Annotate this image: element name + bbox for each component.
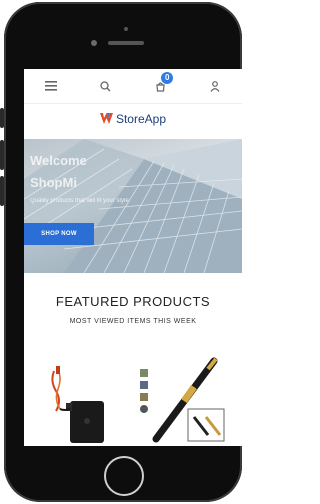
app-screen: 0 StoreApp Welcome ShopMi Quality produc…: [24, 69, 242, 446]
hero-tagline: Quality products that will fit your styl…: [30, 198, 129, 204]
front-camera: [91, 40, 97, 46]
product-card-spy-pen[interactable]: [136, 351, 236, 446]
user-icon[interactable]: [205, 76, 225, 96]
hero-banner: Welcome ShopMi Quality products that wil…: [24, 139, 242, 273]
search-icon[interactable]: [96, 76, 116, 96]
cart-count-badge: 0: [161, 72, 174, 84]
shop-now-button[interactable]: SHOP NOW: [24, 223, 94, 245]
product-card-gps-tracker[interactable]: [32, 351, 132, 446]
side-button-volume-down: [0, 176, 4, 206]
store-logo[interactable]: StoreApp: [24, 105, 242, 133]
cart-icon[interactable]: 0: [150, 72, 174, 96]
hero-subtitle: ShopMi: [30, 175, 77, 190]
app-header: 0: [24, 69, 242, 104]
featured-subtitle: MOST VIEWED ITEMS THIS WEEK: [69, 318, 197, 325]
gps-tracker-image: [51, 366, 104, 443]
logo-mark-icon: [99, 113, 113, 124]
featured-title: FEATURED PRODUCTS: [55, 294, 211, 309]
logo-text: StoreApp: [115, 112, 167, 126]
menu-icon[interactable]: [41, 76, 61, 96]
earpiece-speaker: [108, 41, 144, 45]
home-button[interactable]: [104, 456, 144, 496]
spy-pen-image: [140, 357, 225, 443]
hero-title: Welcome: [30, 153, 87, 168]
side-button-volume-up: [0, 140, 4, 170]
side-button-mute: [0, 108, 4, 128]
top-sensor: [124, 27, 128, 31]
phone-frame: 0 StoreApp Welcome ShopMi Quality produc…: [4, 2, 242, 502]
